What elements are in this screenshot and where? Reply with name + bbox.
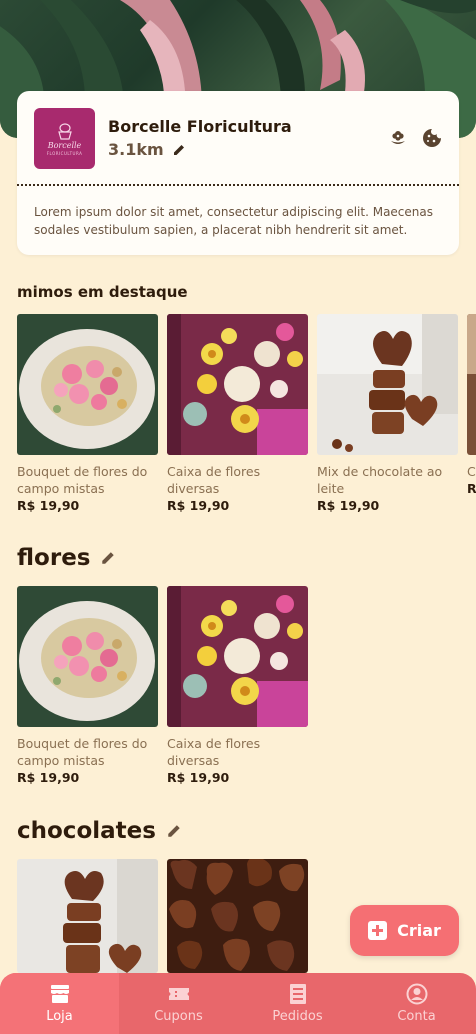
store-logo-subtext: FLORICULTURA bbox=[46, 150, 83, 156]
featured-title: mimos em destaque bbox=[17, 283, 188, 301]
product-card[interactable] bbox=[167, 859, 308, 973]
nav-item-loja[interactable]: Loja bbox=[0, 973, 119, 1034]
product-name: Mix de chocolate ao leite bbox=[317, 464, 443, 496]
nav-label-loja: Loja bbox=[46, 1009, 73, 1024]
cookie-icon[interactable] bbox=[422, 128, 442, 148]
nav-label-conta: Conta bbox=[397, 1009, 436, 1024]
product-price: R$ 19,90 bbox=[317, 498, 380, 513]
product-price: R$ 19,90 bbox=[167, 770, 230, 785]
flower-box-image bbox=[167, 586, 308, 727]
product-name: Caixa de flores diversas bbox=[167, 736, 261, 768]
distance-value: 3.1km bbox=[108, 140, 164, 159]
product-price: R bbox=[467, 481, 476, 496]
chocolate-image bbox=[317, 314, 458, 455]
product-name: Bouquet de flores do campo mistas bbox=[17, 736, 148, 768]
nav-item-conta[interactable]: Conta bbox=[357, 973, 476, 1034]
featured-row: Bouquet de flores do campo mistas R$ 19,… bbox=[17, 314, 476, 514]
store-name: Borcelle Floricultura bbox=[108, 117, 292, 136]
nav-label-pedidos: Pedidos bbox=[272, 1009, 323, 1024]
product-card-partial[interactable]: C fo R bbox=[467, 314, 476, 514]
flower-location-icon[interactable] bbox=[388, 128, 408, 148]
flowers-title: flores bbox=[17, 545, 91, 571]
nav-label-cupons: Cupons bbox=[154, 1009, 203, 1024]
product-card[interactable] bbox=[17, 859, 158, 973]
account-icon bbox=[406, 983, 427, 1005]
nav-item-cupons[interactable]: Cupons bbox=[119, 973, 238, 1034]
chocolates-row bbox=[17, 859, 308, 973]
product-price: R$ 19,90 bbox=[17, 498, 80, 513]
chocolates-section-title: chocolates bbox=[17, 818, 182, 844]
flowers-row: Bouquet de flores do campo mistas R$ 19,… bbox=[17, 586, 308, 786]
product-card[interactable]: Caixa de flores diversas R$ 19,90 bbox=[167, 314, 308, 514]
product-card[interactable]: Bouquet de flores do campo mistas R$ 19,… bbox=[17, 586, 158, 786]
store-card: Borcelle FLORICULTURA Borcelle Floricult… bbox=[17, 91, 459, 255]
store-logo: Borcelle FLORICULTURA bbox=[34, 108, 95, 169]
product-card[interactable]: Bouquet de flores do campo mistas R$ 19,… bbox=[17, 314, 158, 514]
nav-item-pedidos[interactable]: Pedidos bbox=[238, 973, 357, 1034]
edit-pencil-icon[interactable] bbox=[166, 823, 182, 839]
flowers-section-title: flores bbox=[17, 545, 116, 571]
product-name: C fo bbox=[467, 464, 476, 479]
product-price: R$ 19,90 bbox=[167, 498, 230, 513]
product-card[interactable]: Caixa de flores diversas R$ 19,90 bbox=[167, 586, 308, 786]
receipt-icon bbox=[289, 984, 306, 1004]
chocolates-title: chocolates bbox=[17, 818, 156, 844]
store-icon bbox=[50, 985, 69, 1003]
plus-icon bbox=[368, 921, 388, 940]
create-button[interactable]: Criar bbox=[350, 905, 459, 956]
partial-product-image bbox=[467, 314, 476, 455]
store-logo-text: Borcelle bbox=[47, 140, 82, 150]
bottom-nav: Loja Cupons Pedidos Conta bbox=[0, 973, 476, 1034]
store-distance: 3.1km bbox=[108, 140, 186, 159]
bouquet-image bbox=[17, 586, 158, 727]
chocolate-hearts-image bbox=[167, 859, 308, 973]
create-button-label: Criar bbox=[397, 921, 441, 940]
product-name: Bouquet de flores do campo mistas bbox=[17, 464, 148, 496]
store-description: Lorem ipsum dolor sit amet, consectetur … bbox=[34, 205, 433, 237]
divider bbox=[17, 184, 459, 186]
flower-pot-icon bbox=[57, 122, 72, 140]
chocolate-stack-image bbox=[17, 859, 158, 973]
product-price: R$ 19,90 bbox=[17, 770, 80, 785]
product-name: Caixa de flores diversas bbox=[167, 464, 261, 496]
edit-pencil-icon[interactable] bbox=[172, 143, 186, 157]
ticket-icon bbox=[168, 988, 189, 1000]
bouquet-image bbox=[17, 314, 158, 455]
flower-box-image bbox=[167, 314, 308, 455]
product-card[interactable]: Mix de chocolate ao leite R$ 19,90 bbox=[317, 314, 458, 514]
edit-pencil-icon[interactable] bbox=[100, 550, 116, 566]
